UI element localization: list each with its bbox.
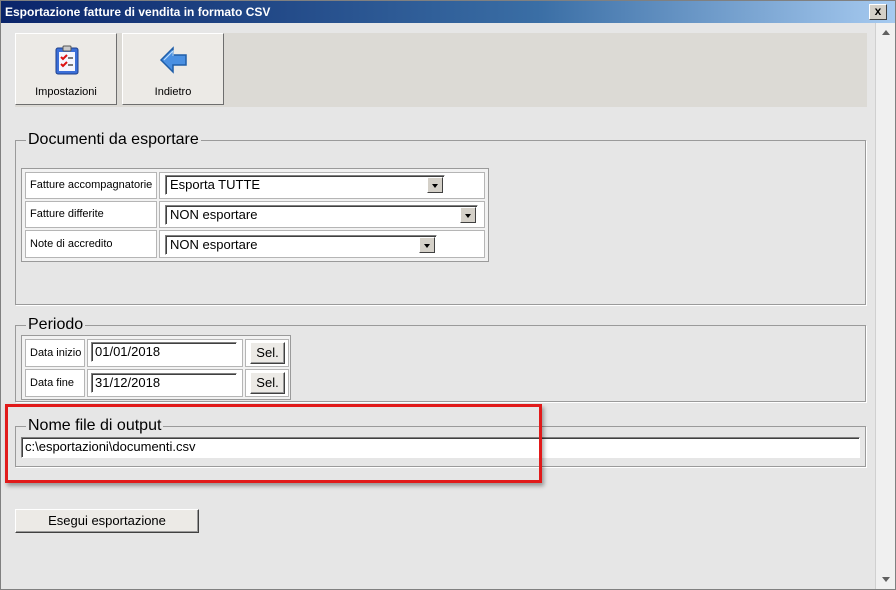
settings-label: Impostazioni xyxy=(35,86,97,98)
title-bar: Esportazione fatture di vendita in forma… xyxy=(1,1,895,23)
end-date-value: 31/12/2018 xyxy=(95,375,161,390)
highlight-box xyxy=(5,404,542,483)
close-icon: x xyxy=(874,4,882,18)
back-label: Indietro xyxy=(154,86,192,98)
documents-table: Fatture accompagnatorie Esporta TUTTE Fa… xyxy=(21,168,489,262)
accompanying-invoices-select[interactable]: Esporta TUTTE xyxy=(165,175,445,195)
accompanying-invoices-value: Esporta TUTTE xyxy=(170,177,261,192)
chevron-down-icon[interactable] xyxy=(460,207,476,223)
run-export-button[interactable]: Esegui esportazione xyxy=(15,509,199,533)
chevron-down-icon[interactable] xyxy=(419,237,435,253)
select-end-date-button[interactable]: Sel. xyxy=(250,372,285,394)
client-area: Impostazioni Indietro Documenti da espor… xyxy=(3,23,875,589)
checklist-icon xyxy=(55,45,79,75)
chevron-down-icon[interactable] xyxy=(427,177,443,193)
row-label-accompanying: Fatture accompagnatorie xyxy=(25,172,157,199)
back-button[interactable]: Indietro xyxy=(122,33,224,105)
credit-notes-value: NON esportare xyxy=(170,237,258,252)
close-button[interactable]: x xyxy=(869,4,887,20)
end-date-input[interactable]: 31/12/2018 xyxy=(91,373,237,393)
scroll-down-icon[interactable] xyxy=(878,571,894,587)
documents-group-title: Documenti da esportare xyxy=(26,130,201,150)
deferred-invoices-value: NON esportare xyxy=(170,207,258,222)
end-date-label: Data fine xyxy=(25,369,85,397)
period-table: Data inizio 01/01/2018 Sel. Data fine 31… xyxy=(21,335,291,400)
credit-notes-select[interactable]: NON esportare xyxy=(165,235,437,255)
start-date-value: 01/01/2018 xyxy=(95,344,161,359)
toolbar: Impostazioni Indietro xyxy=(15,33,867,107)
start-date-label: Data inizio xyxy=(25,339,85,367)
deferred-invoices-select[interactable]: NON esportare xyxy=(165,205,478,225)
period-group-title: Periodo xyxy=(26,315,86,335)
app-window: Esportazione fatture di vendita in forma… xyxy=(0,0,896,590)
vertical-scrollbar[interactable] xyxy=(875,23,895,589)
select-start-date-button[interactable]: Sel. xyxy=(250,342,285,364)
scroll-up-icon[interactable] xyxy=(878,25,894,41)
window-title: Esportazione fatture di vendita in forma… xyxy=(5,5,271,19)
start-date-input[interactable]: 01/01/2018 xyxy=(91,342,237,362)
settings-button[interactable]: Impostazioni xyxy=(15,33,117,105)
row-label-deferred: Fatture differite xyxy=(25,201,157,228)
arrow-left-icon xyxy=(159,46,187,74)
row-label-credit-notes: Note di accredito xyxy=(25,230,157,258)
